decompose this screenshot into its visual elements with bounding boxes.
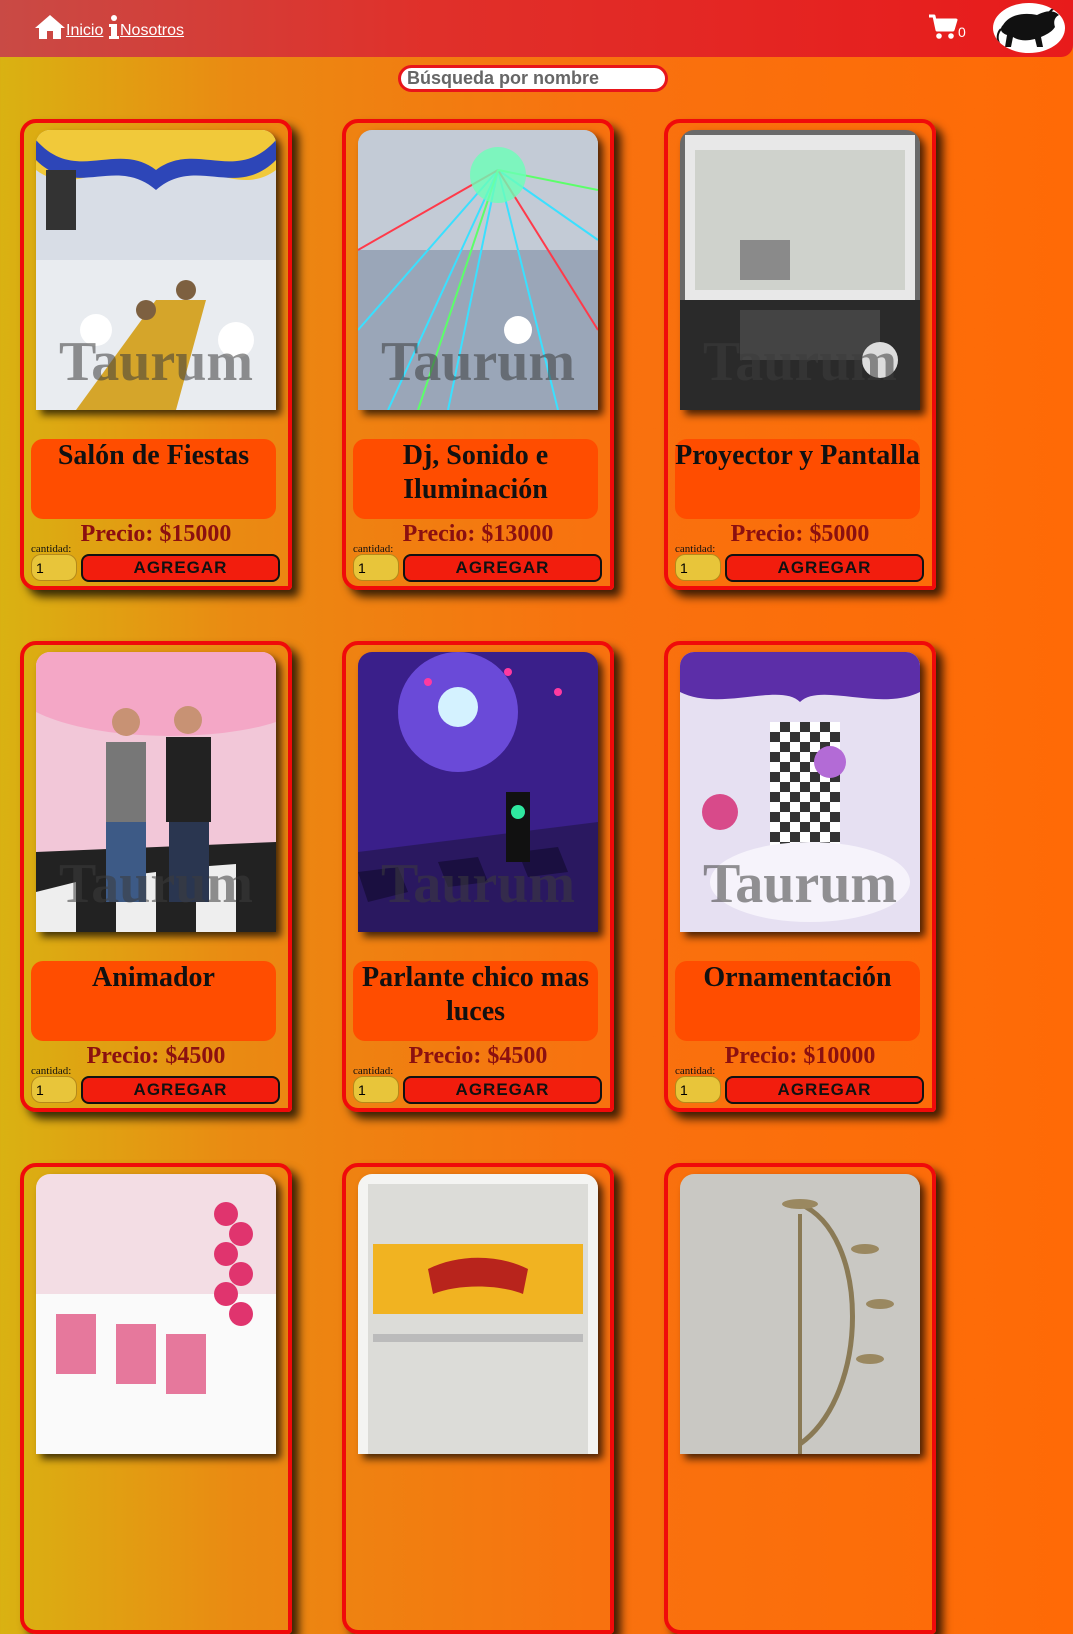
- product-card: Taurum Animador Precio: $4500 cantidad: …: [20, 641, 292, 1112]
- quantity-input[interactable]: [31, 1076, 77, 1103]
- product-card: Taurum Proyector y Pantalla Precio: $500…: [664, 119, 936, 590]
- add-to-cart-button[interactable]: AGREGAR: [81, 1076, 280, 1104]
- add-to-cart-button[interactable]: AGREGAR: [81, 554, 280, 582]
- nav-about-label: Nosotros: [120, 22, 185, 39]
- product-title: Animador: [31, 961, 276, 1041]
- quantity-input[interactable]: [353, 1076, 399, 1103]
- add-to-cart-button[interactable]: AGREGAR: [725, 554, 924, 582]
- product-title: Parlante chico mas luces: [353, 961, 598, 1041]
- watermark-text: Taurum: [58, 853, 253, 915]
- product-card: Taurum Dj, Sonido e Iluminación Precio: …: [342, 119, 614, 590]
- product-title: Salón de Fiestas: [31, 439, 276, 519]
- nav-about-link[interactable]: Nosotros: [108, 14, 184, 40]
- info-icon: [109, 15, 119, 39]
- bull-logo-icon: [996, 7, 1062, 47]
- watermark-text: Taurum: [380, 331, 575, 393]
- product-card: [20, 1163, 292, 1634]
- product-image: Taurum: [680, 130, 920, 410]
- product-image: Taurum: [36, 652, 276, 932]
- shopping-cart-icon: [929, 14, 958, 39]
- product-card: Taurum Salón de Fiestas Precio: $15000 c…: [20, 119, 292, 590]
- cart-count: 0: [958, 24, 966, 40]
- watermark-text: Taurum: [58, 331, 253, 393]
- product-card: [342, 1163, 614, 1634]
- add-to-cart-button[interactable]: AGREGAR: [725, 1076, 924, 1104]
- product-image: Taurum: [36, 130, 276, 410]
- search-input[interactable]: [398, 65, 668, 92]
- quantity-input[interactable]: [353, 554, 399, 581]
- top-navbar: Inicio Nosotros 0: [0, 0, 1073, 57]
- nav-home-label: Inicio: [66, 22, 104, 39]
- product-card: Taurum Ornamentación Precio: $10000 cant…: [664, 641, 936, 1112]
- watermark-text: Taurum: [702, 853, 897, 915]
- product-title: Proyector y Pantalla: [675, 439, 920, 519]
- product-image: Taurum: [680, 652, 920, 932]
- cart-button[interactable]: 0: [928, 14, 966, 40]
- nav-home-link[interactable]: Inicio: [34, 14, 103, 40]
- product-image: [358, 1174, 598, 1454]
- product-image: Taurum: [358, 652, 598, 932]
- add-to-cart-button[interactable]: AGREGAR: [403, 554, 602, 582]
- product-image: Taurum: [358, 130, 598, 410]
- add-to-cart-button[interactable]: AGREGAR: [403, 1076, 602, 1104]
- watermark-text: Taurum: [702, 331, 897, 393]
- product-image: [680, 1174, 920, 1454]
- product-title: Dj, Sonido e Iluminación: [353, 439, 598, 519]
- quantity-input[interactable]: [675, 1076, 721, 1103]
- product-image: [36, 1174, 276, 1454]
- quantity-input[interactable]: [31, 554, 77, 581]
- product-card: Taurum Parlante chico mas luces Precio: …: [342, 641, 614, 1112]
- quantity-input[interactable]: [675, 554, 721, 581]
- bull-logo[interactable]: [993, 3, 1065, 53]
- home-icon: [35, 15, 65, 39]
- product-title: Ornamentación: [675, 961, 920, 1041]
- watermark-text: Taurum: [380, 853, 575, 915]
- product-card: [664, 1163, 936, 1634]
